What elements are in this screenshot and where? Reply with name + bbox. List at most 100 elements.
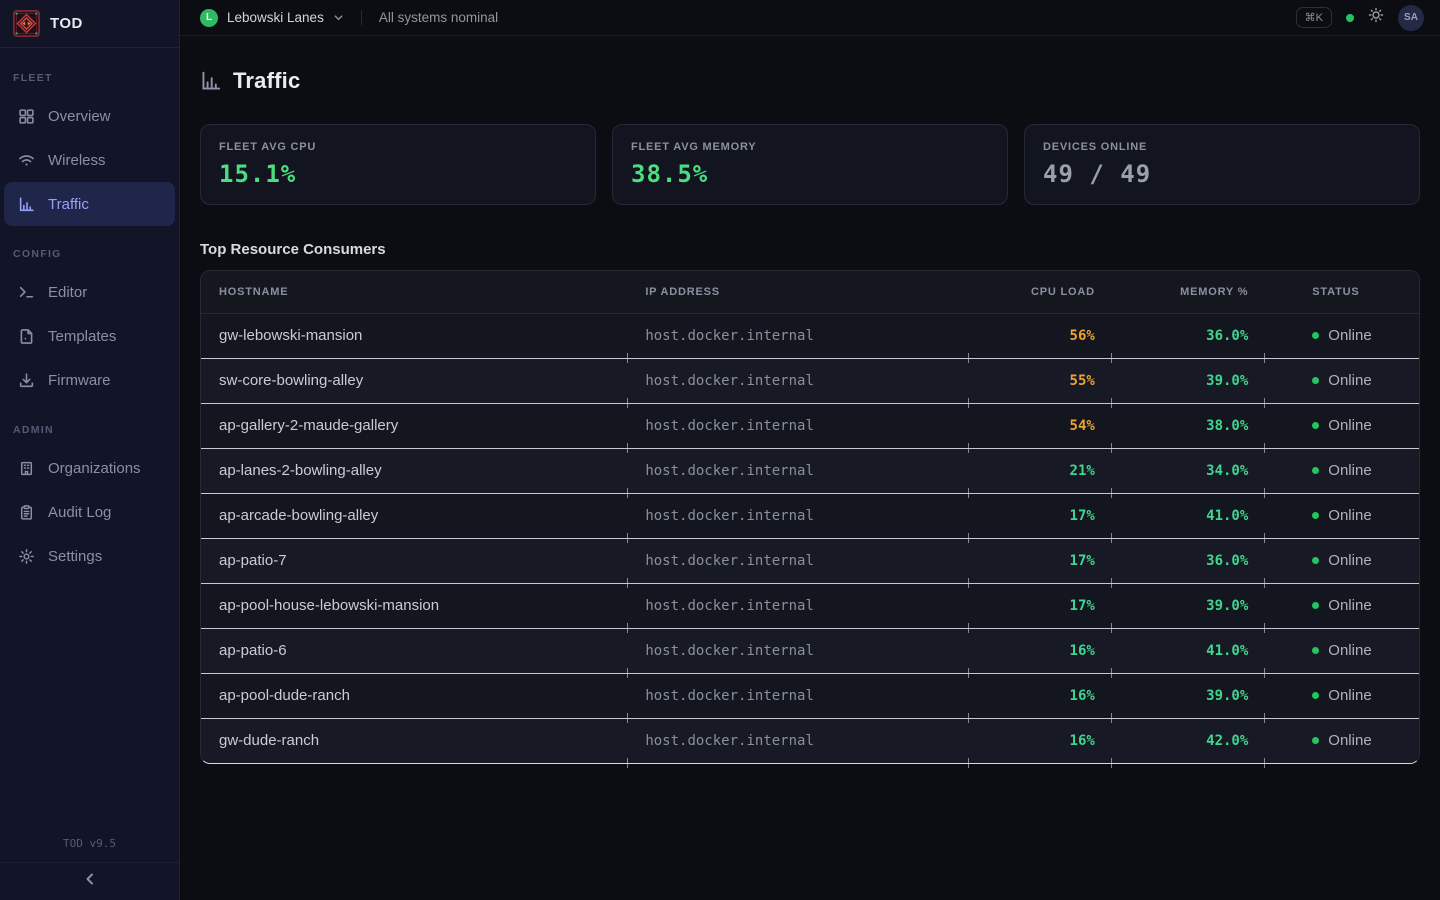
stat-value: 38.5% [631, 160, 989, 188]
table-body: gw-lebowski-mansion host.docker.internal… [201, 313, 1419, 763]
wifi-icon [18, 152, 35, 169]
online-dot-icon [1312, 692, 1319, 699]
sidebar-item-organizations[interactable]: Organizations [4, 446, 175, 490]
cpu-load-cell: 16% [968, 628, 1111, 673]
ip-address-cell: host.docker.internal [627, 718, 968, 763]
online-dot-icon [1312, 332, 1319, 339]
memory-cell: 39.0% [1111, 673, 1264, 718]
hostname-cell: ap-lanes-2-bowling-alley [201, 448, 627, 493]
status-cell: Online [1264, 538, 1419, 583]
ip-address-cell: host.docker.internal [627, 493, 968, 538]
status-cell: Online [1264, 313, 1419, 358]
online-dot-icon [1312, 557, 1319, 564]
cpu-load-cell: 56% [968, 313, 1111, 358]
cpu-load-cell: 21% [968, 448, 1111, 493]
chevron-down-icon [333, 12, 344, 23]
sidebar-item-editor[interactable]: Editor [4, 270, 175, 314]
memory-cell: 39.0% [1111, 358, 1264, 403]
health-dot [1346, 14, 1354, 22]
hostname-cell: ap-patio-7 [201, 538, 627, 583]
page-content: Traffic FLEET AVG CPU 15.1% FLEET AVG ME… [180, 36, 1440, 900]
app-name: TOD [50, 15, 83, 32]
stat-label: DEVICES ONLINE [1043, 141, 1401, 153]
status-label: Online [1328, 597, 1371, 614]
grid-icon [18, 108, 35, 125]
online-dot-icon [1312, 512, 1319, 519]
sidebar-item-label: Wireless [48, 152, 106, 169]
sidebar-item-audit-log[interactable]: Audit Log [4, 490, 175, 534]
status-cell: Online [1264, 358, 1419, 403]
stat-card-devices-online: DEVICES ONLINE 49 / 49 [1024, 124, 1420, 205]
user-avatar[interactable]: SA [1398, 5, 1424, 31]
online-dot-icon [1312, 737, 1319, 744]
status-label: Online [1328, 327, 1371, 344]
memory-cell: 36.0% [1111, 538, 1264, 583]
table-row[interactable]: ap-pool-house-lebowski-mansion host.dock… [201, 583, 1419, 628]
status-label: Online [1328, 687, 1371, 704]
sidebar-collapse-button[interactable] [0, 862, 179, 900]
ip-address-cell: host.docker.internal [627, 358, 968, 403]
system-status-text: All systems nominal [379, 10, 498, 25]
sidebar-item-overview[interactable]: Overview [4, 94, 175, 138]
clipboard-icon [18, 504, 35, 521]
table-row[interactable]: ap-pool-dude-ranch host.docker.internal … [201, 673, 1419, 718]
sidebar-item-firmware[interactable]: Firmware [4, 358, 175, 402]
table-row[interactable]: ap-patio-6 host.docker.internal 16% 41.0… [201, 628, 1419, 673]
app-logo[interactable]: TOD [0, 0, 179, 48]
table-row[interactable]: ap-lanes-2-bowling-alley host.docker.int… [201, 448, 1419, 493]
online-dot-icon [1312, 422, 1319, 429]
table-row[interactable]: gw-dude-ranch host.docker.internal 16% 4… [201, 718, 1419, 763]
page-title: Traffic [233, 68, 300, 94]
org-switcher[interactable]: L Lebowski Lanes [200, 9, 344, 27]
status-cell: Online [1264, 673, 1419, 718]
sidebar-item-label: Templates [48, 328, 116, 345]
sidebar-item-label: Editor [48, 284, 87, 301]
stat-card-fleet-avg-cpu: FLEET AVG CPU 15.1% [200, 124, 596, 205]
column-header-memory: MEMORY % [1111, 271, 1264, 313]
command-palette-shortcut[interactable]: ⌘K [1296, 7, 1332, 28]
ip-address-cell: host.docker.internal [627, 403, 968, 448]
sidebar-item-settings[interactable]: Settings [4, 534, 175, 578]
download-icon [18, 372, 35, 389]
cpu-load-cell: 17% [968, 583, 1111, 628]
table-row[interactable]: ap-patio-7 host.docker.internal 17% 36.0… [201, 538, 1419, 583]
online-dot-icon [1312, 467, 1319, 474]
topbar: L Lebowski Lanes All systems nominal ⌘K … [180, 0, 1440, 36]
status-label: Online [1328, 417, 1371, 434]
status-label: Online [1328, 372, 1371, 389]
column-header-ip-address: IP ADDRESS [627, 271, 968, 313]
memory-cell: 38.0% [1111, 403, 1264, 448]
ip-address-cell: host.docker.internal [627, 448, 968, 493]
table-row[interactable]: ap-arcade-bowling-alley host.docker.inte… [201, 493, 1419, 538]
app-version: TOD v9.5 [0, 829, 179, 862]
sun-icon [1368, 7, 1384, 28]
cpu-load-cell: 55% [968, 358, 1111, 403]
memory-cell: 34.0% [1111, 448, 1264, 493]
ip-address-cell: host.docker.internal [627, 538, 968, 583]
column-header-hostname: HOSTNAME [201, 271, 627, 313]
stat-card-fleet-avg-memory: FLEET AVG MEMORY 38.5% [612, 124, 1008, 205]
topbar-divider [361, 10, 362, 25]
ip-address-cell: host.docker.internal [627, 583, 968, 628]
org-name: Lebowski Lanes [227, 10, 324, 25]
cpu-load-cell: 54% [968, 403, 1111, 448]
hostname-cell: gw-dude-ranch [201, 718, 627, 763]
sidebar-item-wireless[interactable]: Wireless [4, 138, 175, 182]
table-row[interactable]: ap-gallery-2-maude-gallery host.docker.i… [201, 403, 1419, 448]
status-cell: Online [1264, 403, 1419, 448]
section-label-config: CONFIG [0, 248, 179, 260]
hostname-cell: ap-patio-6 [201, 628, 627, 673]
status-cell: Online [1264, 448, 1419, 493]
cpu-load-cell: 17% [968, 493, 1111, 538]
sidebar-item-label: Settings [48, 548, 102, 565]
hostname-cell: sw-core-bowling-alley [201, 358, 627, 403]
table-row[interactable]: sw-core-bowling-alley host.docker.intern… [201, 358, 1419, 403]
theme-toggle-button[interactable] [1368, 7, 1384, 28]
ip-address-cell: host.docker.internal [627, 628, 968, 673]
terminal-icon [18, 284, 35, 301]
sidebar-item-templates[interactable]: Templates [4, 314, 175, 358]
sidebar-item-traffic[interactable]: Traffic [4, 182, 175, 226]
cpu-load-cell: 17% [968, 538, 1111, 583]
file-icon [18, 328, 35, 345]
table-row[interactable]: gw-lebowski-mansion host.docker.internal… [201, 313, 1419, 358]
